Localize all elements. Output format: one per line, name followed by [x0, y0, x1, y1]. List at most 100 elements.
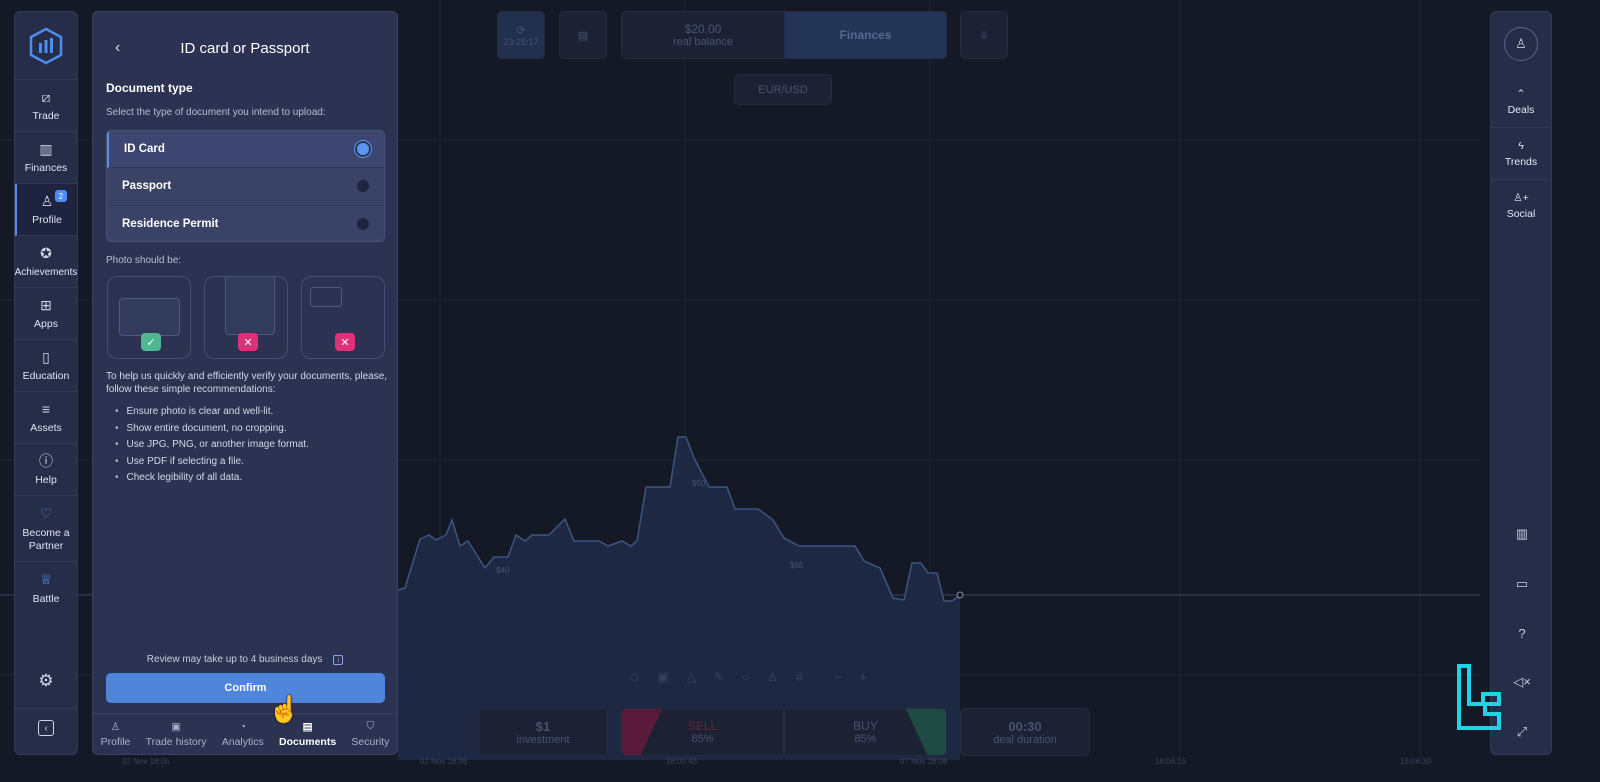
nav-achievements[interactable]: ✪ Achievements [15, 236, 77, 288]
current-price-dot [956, 591, 964, 599]
candle-icon[interactable]: ◇ [630, 670, 639, 684]
left-sidebar: ⧄ Trade ▥ Finances ♙ Profile 2 ✪ Achievements… [14, 11, 78, 755]
nav-help[interactable]: ⓘ Help [15, 444, 77, 496]
fullscreen-icon[interactable]: ⤢ [1513, 723, 1531, 741]
nav-profile[interactable]: ♙ Profile 2 [15, 184, 77, 236]
settings-gear-icon[interactable]: ⚙ [37, 671, 55, 690]
nav-label: Education [22, 370, 70, 382]
chat-icon[interactable]: ▭ [1513, 575, 1531, 593]
nav-trends[interactable]: ϟ Trends [1491, 128, 1551, 180]
confirm-button[interactable]: Confirm [106, 673, 385, 703]
avatar[interactable]: ♙ [1491, 12, 1551, 76]
time-label: 18:06:30 [1400, 757, 1432, 766]
analytics-icon: ◔ [239, 720, 246, 733]
watermark-logo [1457, 664, 1501, 730]
option-label: ID Card [124, 143, 165, 156]
tips-list: Ensure photo is clear and well-lit. Show… [115, 404, 309, 487]
nav-finances[interactable]: ▥ Finances [15, 132, 77, 184]
person-icon[interactable]: ♙ [767, 670, 778, 684]
nav-assets[interactable]: ≡ Assets [15, 392, 77, 444]
zoom-in-icon[interactable]: + [860, 670, 867, 684]
duration-input[interactable]: 00:30 deal duration [960, 708, 1090, 756]
check-icon: ✓ [141, 333, 161, 351]
nav-label: Social [1506, 208, 1536, 220]
cashback-timer[interactable]: ⟳ 23:25:17 [497, 11, 545, 59]
tab-analytics[interactable]: ◔ Analytics [222, 721, 264, 748]
tab-profile[interactable]: ♙ Profile [101, 721, 131, 748]
cross-icon: ✕ [238, 333, 258, 351]
tab-label: Trade history [145, 735, 207, 748]
radio[interactable] [357, 180, 369, 193]
document-upload-panel: ‹ ID card or Passport Document type Sele… [92, 11, 398, 755]
nav-label: Profile [32, 214, 62, 226]
option-passport[interactable]: Passport [107, 168, 384, 206]
lightning-icon: ϟ [1518, 139, 1524, 152]
nav-label: Achievements [14, 267, 78, 278]
small-card-illustration [310, 287, 342, 307]
right-sidebar: ♙ ⌃ Deals ϟ Trends ♙+ Social ▥ ▭ ? ◁× ⤢ [1490, 11, 1552, 755]
balance-selector[interactable]: $20.00 real balance [621, 11, 785, 59]
finances-icon: ▥ [39, 140, 53, 157]
marker-label: $65 [790, 561, 804, 570]
marker-label: $50 [692, 479, 706, 488]
nav-apps[interactable]: ⊞ Apps [15, 288, 77, 340]
buy-label: BUY [853, 719, 878, 733]
logo[interactable] [15, 12, 77, 80]
time-label: 18:06:15 [1155, 757, 1187, 766]
mute-icon[interactable]: ◁× [1513, 673, 1531, 691]
collapse-chevron-icon[interactable]: ‹ [38, 720, 54, 736]
deals-icon: ⌃ [1516, 87, 1526, 100]
investment-label: investment [516, 733, 570, 746]
balance-value: $20.00 [684, 22, 722, 36]
investment-input[interactable]: $1 investment [478, 708, 608, 756]
nav-deals[interactable]: ⌃ Deals [1491, 76, 1551, 128]
fill-icon[interactable]: △ [687, 670, 696, 684]
nav-trade[interactable]: ⧄ Trade [15, 80, 77, 132]
chart-icon: ⧄ [41, 88, 51, 105]
profile-badge: 2 [55, 190, 67, 202]
trophy-icon: ♕ [39, 571, 53, 587]
tab-label: Analytics [221, 735, 264, 748]
zoom-out-icon[interactable]: − [835, 670, 842, 684]
info-icon[interactable]: i [333, 655, 344, 665]
time-label: 18:05:45 [666, 757, 698, 766]
nav-label: Deals [1507, 103, 1535, 116]
asset-selector[interactable]: EUR/USD [734, 74, 832, 105]
help-icon[interactable]: ? [1513, 624, 1531, 642]
balance-label: real balance [673, 36, 733, 48]
nav-label: Battle [32, 592, 60, 605]
buy-button[interactable]: BUY 85% [784, 708, 947, 756]
tab-security[interactable]: ⛉ Security [351, 720, 389, 748]
nav-partner[interactable]: ♡ Become a Partner [15, 496, 77, 562]
pencil-icon[interactable]: ✎ [714, 670, 724, 684]
option-id-card[interactable]: ID Card [107, 131, 384, 169]
trophy-button[interactable]: ♕ [960, 11, 1008, 59]
marker-label: $40 [496, 566, 510, 575]
review-note: Review may take up to 4 business days i [93, 654, 397, 665]
sell-button[interactable]: SELL 85% [621, 708, 784, 756]
buy-payout: 85% [854, 733, 877, 745]
assets-icon: ≡ [41, 400, 51, 417]
tip-item: Ensure photo is clear and well-lit. [115, 404, 309, 421]
shape-icon[interactable]: ○ [742, 670, 749, 684]
tab-trade-history[interactable]: ▣ Trade history [146, 721, 207, 748]
nav-battle[interactable]: ♕ Battle [15, 562, 77, 614]
radio-selected[interactable] [357, 143, 369, 156]
add-user-icon: ♙+ [1513, 192, 1529, 204]
photo-example-cropped: ✕ [204, 276, 288, 359]
photo-example-correct: ✓ [107, 276, 191, 359]
user-icon: ♙ [1504, 27, 1538, 61]
tip-item: Use PDF if selecting a file. [115, 454, 309, 471]
nav-education[interactable]: ▯ Education [15, 340, 77, 392]
layout-icon[interactable]: ▥ [1513, 525, 1531, 543]
tip-item: Use JPG, PNG, or another image format. [115, 437, 309, 454]
nav-label: Assets [30, 422, 62, 434]
indicator-icon[interactable]: ▣ [657, 670, 668, 684]
chest-button[interactable]: ▤ [559, 11, 607, 59]
radio[interactable] [357, 218, 369, 231]
cross-icon: ✕ [335, 333, 355, 351]
finances-button[interactable]: Finances [784, 11, 947, 59]
grid-icon[interactable]: # [796, 670, 803, 684]
option-residence-permit[interactable]: Residence Permit [107, 206, 384, 241]
nav-social[interactable]: ♙+ Social [1491, 180, 1551, 232]
